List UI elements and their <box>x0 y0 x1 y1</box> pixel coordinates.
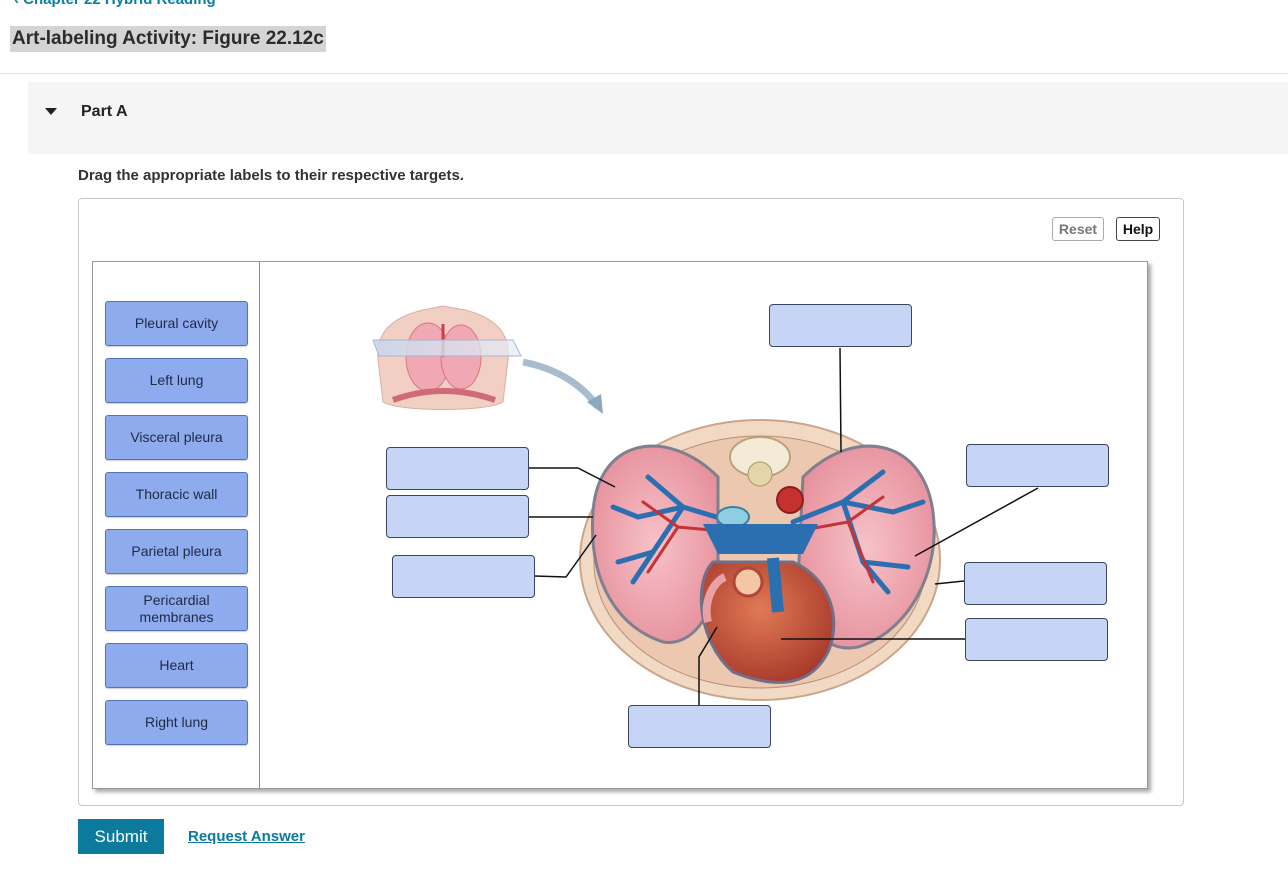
drop-target[interactable] <box>628 705 771 748</box>
submit-button[interactable]: Submit <box>78 819 164 854</box>
part-a-header[interactable]: Part A <box>28 82 1288 154</box>
drop-target[interactable] <box>965 618 1108 661</box>
drop-target[interactable] <box>392 555 535 598</box>
drop-target[interactable] <box>966 444 1109 487</box>
part-label: Part A <box>81 103 128 120</box>
instructions-text: Drag the appropriate labels to their res… <box>78 167 464 184</box>
drop-target[interactable] <box>769 304 912 347</box>
request-answer-link[interactable]: Request Answer <box>188 828 305 845</box>
drop-target[interactable] <box>386 447 529 490</box>
title-divider <box>0 73 1288 74</box>
cross-section <box>579 419 941 701</box>
collapse-caret-icon[interactable] <box>45 108 57 115</box>
breadcrumb-link[interactable]: ‹ Chapter 22 Hybrid Reading <box>14 0 216 8</box>
torso-thumbnail <box>372 305 522 410</box>
thoracic-cross-section-diagram <box>372 305 1039 706</box>
drop-target[interactable] <box>964 562 1107 605</box>
drop-target[interactable] <box>386 495 529 538</box>
help-button[interactable]: Help <box>1116 217 1160 241</box>
reset-button[interactable]: Reset <box>1052 217 1104 241</box>
labeling-canvas: Pleural cavity Left lung Visceral pleura… <box>92 261 1148 789</box>
page-title: Art-labeling Activity: Figure 22.12c <box>10 26 326 52</box>
